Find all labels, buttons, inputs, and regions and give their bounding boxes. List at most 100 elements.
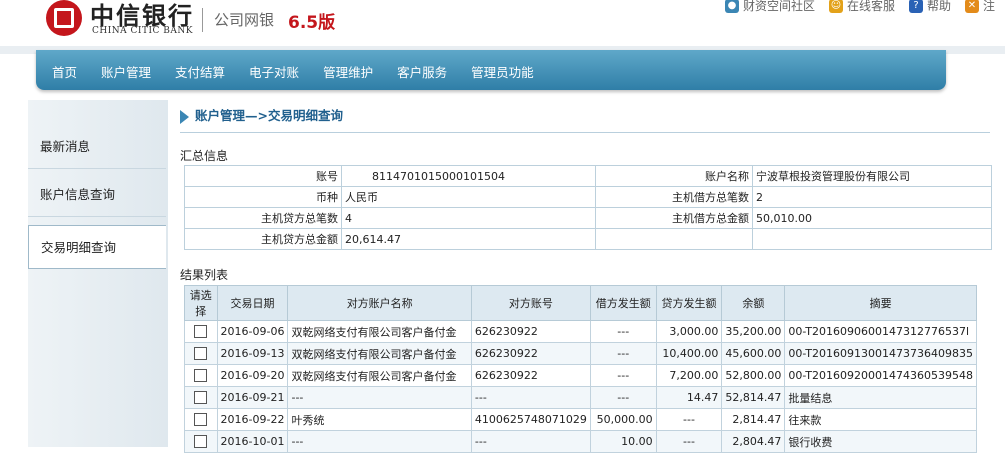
nav-admin-functions[interactable]: 管理员功能 — [471, 62, 534, 81]
credit-cell: 14.47 — [655, 386, 723, 409]
memo-cell: 往来款 — [784, 408, 977, 431]
column-header: 借方发生额 — [589, 285, 657, 321]
summary-label: 主机贷方总笔数 — [184, 207, 342, 229]
column-header: 余额 — [721, 285, 786, 321]
help-link[interactable]: 帮助 — [927, 0, 951, 14]
summary-label: 主机贷方总金额 — [184, 228, 342, 250]
counterparty-name-cell: 双乾网络支付有限公司客户备付金 — [287, 342, 472, 365]
summary-row: 账号 8114701015000101504 账户名称 宁波草根投资管理股份有限… — [184, 165, 992, 187]
community-link[interactable]: 财资空间社区 — [743, 0, 815, 14]
summary-row: 币种 人民币 主机借方总笔数 2 — [184, 186, 992, 208]
debit-cell: --- — [589, 320, 657, 343]
sidebar-item-transaction-inquiry[interactable]: 交易明细查询 — [28, 225, 166, 269]
memo-cell: 银行收费 — [784, 430, 977, 453]
credit-cell: --- — [655, 430, 723, 453]
top-links: ● 财资空间社区 ☺ 在线客服 ? 帮助 ✕ 注 — [724, 0, 1005, 14]
credit-cell: 10,400.00 — [655, 342, 723, 365]
help-icon: ? — [908, 0, 923, 13]
summary-value: 4 — [341, 207, 596, 229]
debit-cell: --- — [589, 386, 657, 409]
column-header: 对方账户名称 — [287, 285, 472, 321]
breadcrumb-text: 账户管理—>交易明细查询 — [195, 108, 343, 123]
summary-value: 50,010.00 — [752, 207, 992, 229]
table-row[interactable]: 2016-09-06 双乾网络支付有限公司客户备付金 626230922 ---… — [184, 320, 977, 343]
select-cell — [184, 408, 218, 431]
summary-label — [595, 228, 753, 250]
nav-home[interactable]: 首页 — [52, 62, 77, 81]
counterparty-account-cell: --- — [470, 386, 591, 409]
debit-cell: 10.00 — [589, 430, 657, 453]
summary-row: 主机贷方总笔数 4 主机借方总金额 50,010.00 — [184, 207, 992, 229]
row-checkbox[interactable] — [194, 369, 208, 383]
date-cell: 2016-09-06 — [216, 320, 289, 343]
counterparty-name-cell: --- — [287, 430, 472, 453]
results-title: 结果列表 — [180, 268, 229, 282]
counterparty-name-cell: 双乾网络支付有限公司客户备付金 — [287, 320, 472, 343]
table-row[interactable]: 2016-09-13 双乾网络支付有限公司客户备付金 626230922 ---… — [184, 342, 977, 365]
select-cell — [184, 430, 218, 453]
customer-service-icon: ☺ — [828, 0, 843, 13]
results-table: 请选择 交易日期 对方账户名称 对方账号 借方发生额 贷方发生额 余额 摘要 2… — [184, 285, 977, 453]
summary-value: 2 — [752, 186, 992, 208]
summary-value: 20,614.47 — [341, 228, 596, 250]
memo-cell: 00-T20160920001474360539548 — [784, 364, 977, 387]
balance-cell: 2,814.47 — [721, 408, 786, 431]
row-checkbox[interactable] — [194, 325, 208, 339]
table-row[interactable]: 2016-09-20 双乾网络支付有限公司客户备付金 626230922 ---… — [184, 364, 977, 387]
balance-cell: 52,814.47 — [721, 386, 786, 409]
row-checkbox[interactable] — [194, 347, 208, 361]
chat-bubble-icon: ● — [724, 0, 739, 13]
table-row[interactable]: 2016-10-01 --- --- 10.00 --- 2,804.47 银行… — [184, 430, 977, 453]
main-nav: 首页 账户管理 支付结算 电子对账 管理维护 客户服务 管理员功能 — [36, 50, 946, 90]
column-header: 贷方发生额 — [655, 285, 723, 321]
summary-label: 币种 — [184, 186, 342, 208]
row-checkbox[interactable] — [194, 413, 208, 427]
summary-value: 人民币 — [341, 186, 596, 208]
debit-cell: 50,000.00 — [589, 408, 657, 431]
citic-logo-icon — [46, 0, 82, 36]
sidebar: 最新消息 账户信息查询 交易明细查询 — [28, 100, 168, 447]
date-cell: 2016-09-22 — [216, 408, 289, 431]
sidebar-item-latest-news[interactable]: 最新消息 — [28, 125, 166, 169]
table-header-row: 请选择 交易日期 对方账户名称 对方账号 借方发生额 贷方发生额 余额 摘要 — [184, 285, 977, 321]
counterparty-account-cell: 4100625748071029 — [470, 408, 591, 431]
nav-e-reconciliation[interactable]: 电子对账 — [249, 62, 299, 81]
breadcrumb: 账户管理—>交易明细查询 — [180, 105, 343, 124]
date-cell: 2016-09-13 — [216, 342, 289, 365]
debit-cell: --- — [589, 342, 657, 365]
row-checkbox[interactable] — [194, 435, 208, 449]
summary-label: 账号 — [184, 165, 342, 187]
nav-maintenance[interactable]: 管理维护 — [323, 62, 373, 81]
memo-cell: 00-T2016091300147373640983​5 — [784, 342, 977, 365]
nav-customer-service[interactable]: 客户服务 — [397, 62, 447, 81]
balance-cell: 45,600.00 — [721, 342, 786, 365]
balance-cell: 52,800.00 — [721, 364, 786, 387]
debit-cell: --- — [589, 364, 657, 387]
summary-table: 账号 8114701015000101504 账户名称 宁波草根投资管理股份有限… — [184, 165, 992, 250]
select-cell — [184, 386, 218, 409]
counterparty-name-cell: 叶秀统 — [287, 408, 472, 431]
summary-label: 账户名称 — [595, 165, 753, 187]
row-checkbox[interactable] — [194, 391, 208, 405]
play-arrow-icon — [180, 109, 189, 124]
select-cell — [184, 320, 218, 343]
brand-name-en: CHINA CITIC BANK — [92, 26, 193, 36]
table-row[interactable]: 2016-09-21 --- --- --- 14.47 52,814.47 批… — [184, 386, 977, 409]
balance-cell: 2,804.47 — [721, 430, 786, 453]
select-cell — [184, 364, 218, 387]
nav-payment-settlement[interactable]: 支付结算 — [175, 62, 225, 81]
online-service-link[interactable]: 在线客服 — [847, 0, 895, 14]
header: 中信银行 CHINA CITIC BANK 公司网银 6.5版 ● 财资空间社区… — [0, 0, 1005, 52]
column-header: 对方账号 — [470, 285, 591, 321]
summary-row: 主机贷方总金额 20,614.47 — [184, 228, 992, 250]
select-cell — [184, 342, 218, 365]
product-version: 6.5版 — [288, 13, 336, 33]
logout-link[interactable]: 注 — [983, 0, 995, 14]
divider — [180, 132, 990, 133]
sidebar-item-account-inquiry[interactable]: 账户信息查询 — [28, 173, 166, 217]
table-row[interactable]: 2016-09-22 叶秀统 4100625748071029 50,000.0… — [184, 408, 977, 431]
nav-account-management[interactable]: 账户管理 — [101, 62, 151, 81]
credit-cell: --- — [655, 408, 723, 431]
counterparty-account-cell: 626230922 — [470, 342, 591, 365]
column-header: 摘要 — [784, 285, 977, 321]
